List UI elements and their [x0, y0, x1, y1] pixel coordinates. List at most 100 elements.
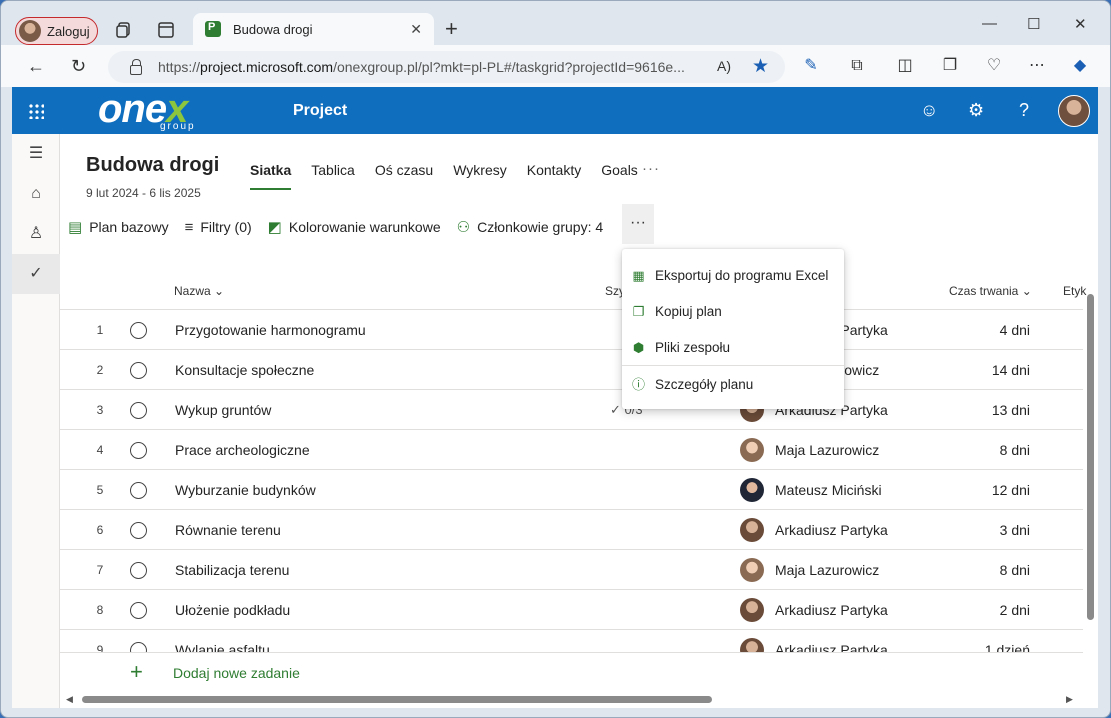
baseline-button[interactable]: ▤ Plan bazowy: [68, 212, 169, 242]
table-row[interactable]: 6 Równanie terenu Arkadiusz Partyka 3 dn…: [60, 510, 1083, 550]
task-name[interactable]: Stabilizacja terenu: [175, 562, 289, 578]
vertical-scroll-thumb[interactable]: [1087, 294, 1094, 620]
tab-goals[interactable]: Goals: [601, 162, 638, 190]
complete-task-checkbox[interactable]: [130, 442, 147, 459]
column-header-duration[interactable]: Czas trwania ⌄: [949, 284, 1032, 298]
help-icon[interactable]: ?: [1019, 100, 1029, 121]
home-icon[interactable]: ⌂: [12, 174, 60, 214]
complete-task-checkbox[interactable]: [130, 522, 147, 539]
menu-item-copy-plan[interactable]: ❐ Kopiuj plan: [622, 293, 844, 329]
settings-gear-icon[interactable]: ⚙: [968, 100, 984, 121]
group-members-button[interactable]: ⚇ Członkowie grupy: 4: [457, 212, 604, 242]
assignee-name[interactable]: Arkadiusz Partyka: [775, 522, 888, 538]
task-name[interactable]: Prace archeologiczne: [175, 442, 310, 458]
task-name[interactable]: Równanie terenu: [175, 522, 281, 538]
horizontal-scrollbar[interactable]: ◀ ▶: [60, 692, 1083, 706]
task-name[interactable]: Przygotowanie harmonogramu: [175, 322, 366, 338]
task-duration[interactable]: 13 dni: [992, 402, 1030, 418]
scroll-right-icon[interactable]: ▶: [1066, 694, 1073, 705]
feedback-smiley-icon[interactable]: ☺: [920, 100, 938, 121]
app-launcher-icon[interactable]: [28, 103, 44, 119]
user-avatar[interactable]: [1058, 95, 1090, 127]
add-icon: +: [130, 659, 143, 684]
task-duration[interactable]: 14 dni: [992, 362, 1030, 378]
complete-task-checkbox[interactable]: [130, 482, 147, 499]
task-duration[interactable]: 8 dni: [1000, 562, 1030, 578]
add-task-label[interactable]: Dodaj nowe zadanie: [173, 665, 300, 681]
assignee-name[interactable]: Maja Lazurowicz: [775, 562, 879, 578]
browser-essentials-icon[interactable]: ♡: [985, 57, 1003, 75]
extension-icon[interactable]: ✎: [802, 57, 820, 75]
complete-task-checkbox[interactable]: [130, 402, 147, 419]
task-name[interactable]: Wyburzanie budynków: [175, 482, 316, 498]
task-duration[interactable]: 12 dni: [992, 482, 1030, 498]
assignee-name[interactable]: Maja Lazurowicz: [775, 442, 879, 458]
navigation-bar: ← ↻ https://project.microsoft.com/onexgr…: [1, 45, 1110, 87]
maximize-icon[interactable]: ☐: [1027, 15, 1040, 33]
assignee-name[interactable]: Arkadiusz Partyka: [775, 602, 888, 618]
view-tabs: Siatka Tablica Oś czasu Wykresy Kontakty…: [250, 162, 658, 190]
task-name[interactable]: Konsultacje społeczne: [175, 362, 314, 378]
hamburger-menu-icon[interactable]: ☰: [12, 134, 60, 174]
refresh-icon[interactable]: ↻: [71, 56, 86, 77]
table-row[interactable]: 1 Przygotowanie harmonogramu Arkadiusz P…: [60, 310, 1083, 350]
tab-actions-icon[interactable]: [157, 21, 175, 39]
task-duration[interactable]: 4 dni: [1000, 322, 1030, 338]
collections-icon[interactable]: ❐: [941, 57, 959, 75]
vertical-scrollbar[interactable]: [1083, 294, 1097, 689]
project-dates: 9 lut 2024 - 6 lis 2025: [86, 186, 201, 200]
column-header-name[interactable]: Nazwa ⌄: [174, 284, 224, 298]
read-aloud-icon[interactable]: A): [717, 58, 731, 74]
table-row[interactable]: 3 Wykup gruntów ✓ 0/3 Arkadiusz Partyka …: [60, 390, 1083, 430]
more-tabs-button[interactable]: ···: [642, 160, 660, 177]
tab-charts[interactable]: Wykresy: [453, 162, 507, 190]
table-row[interactable]: 5 Wyburzanie budynków Mateusz Miciński 1…: [60, 470, 1083, 510]
left-rail: ☰ ⌂ ♙ ✓: [12, 134, 60, 708]
more-options-icon[interactable]: ⋯: [1028, 57, 1046, 75]
complete-task-checkbox[interactable]: [130, 562, 147, 579]
complete-task-checkbox[interactable]: [130, 362, 147, 379]
tab-timeline[interactable]: Oś czasu: [375, 162, 433, 190]
more-actions-button[interactable]: ···: [622, 204, 654, 244]
profile-button[interactable]: Zaloguj: [15, 17, 98, 45]
tab-grid[interactable]: Siatka: [250, 162, 292, 190]
scroll-left-icon[interactable]: ◀: [66, 694, 73, 705]
add-task-row[interactable]: + Dodaj nowe zadanie: [60, 652, 1083, 692]
address-bar[interactable]: https://project.microsoft.com/onexgroup.…: [108, 51, 785, 83]
task-name[interactable]: Wykup gruntów: [175, 402, 271, 418]
table-row[interactable]: 4 Prace archeologiczne Maja Lazurowicz 8…: [60, 430, 1083, 470]
horizontal-scroll-thumb[interactable]: [82, 696, 712, 703]
conditional-coloring-button[interactable]: ◩ Kolorowanie warunkowe: [268, 212, 441, 242]
menu-item-plan-details[interactable]: ⓘ Szczegóły planu: [622, 366, 844, 402]
split-screen-icon[interactable]: ◫: [896, 57, 914, 75]
puzzle-extensions-icon[interactable]: ⧉: [848, 57, 866, 75]
baseline-icon: ▤: [68, 219, 83, 236]
task-duration[interactable]: 2 dni: [1000, 602, 1030, 618]
menu-item-export-excel[interactable]: ▦ Eksportuj do programu Excel: [622, 257, 844, 293]
filters-button[interactable]: ≡ Filtry (0): [185, 212, 252, 242]
table-row[interactable]: 7 Stabilizacja terenu Maja Lazurowicz 8 …: [60, 550, 1083, 590]
table-row[interactable]: 2 Konsultacje społeczne Maja Lazurowicz …: [60, 350, 1083, 390]
task-duration[interactable]: 8 dni: [1000, 442, 1030, 458]
assignee-name[interactable]: Mateusz Miciński: [775, 482, 882, 498]
task-name[interactable]: Ułożenie podkładu: [175, 602, 290, 618]
new-tab-button[interactable]: +: [445, 18, 458, 40]
complete-task-checkbox[interactable]: [130, 322, 147, 339]
my-tasks-check-icon[interactable]: ✓: [12, 254, 60, 294]
close-window-icon[interactable]: ✕: [1074, 15, 1087, 33]
person-icon[interactable]: ♙: [12, 214, 60, 254]
workspaces-icon[interactable]: [115, 21, 133, 39]
back-icon[interactable]: ←: [27, 56, 45, 77]
close-tab-icon[interactable]: ✕: [410, 21, 422, 38]
tab-board[interactable]: Tablica: [311, 162, 355, 190]
complete-task-checkbox[interactable]: [130, 602, 147, 619]
copilot-icon[interactable]: ◆: [1071, 57, 1089, 75]
project-title: Budowa drogi: [86, 154, 220, 176]
task-duration[interactable]: 3 dni: [1000, 522, 1030, 538]
minimize-icon[interactable]: —: [982, 15, 997, 32]
menu-item-team-files[interactable]: ⬢ Pliki zespołu: [622, 329, 844, 365]
table-row[interactable]: 8 Ułożenie podkładu Arkadiusz Partyka 2 …: [60, 590, 1083, 630]
favorite-star-icon[interactable]: ★: [752, 55, 769, 78]
browser-tab-active[interactable]: Budowa drogi ✕: [193, 13, 434, 45]
tab-contacts[interactable]: Kontakty: [527, 162, 581, 190]
